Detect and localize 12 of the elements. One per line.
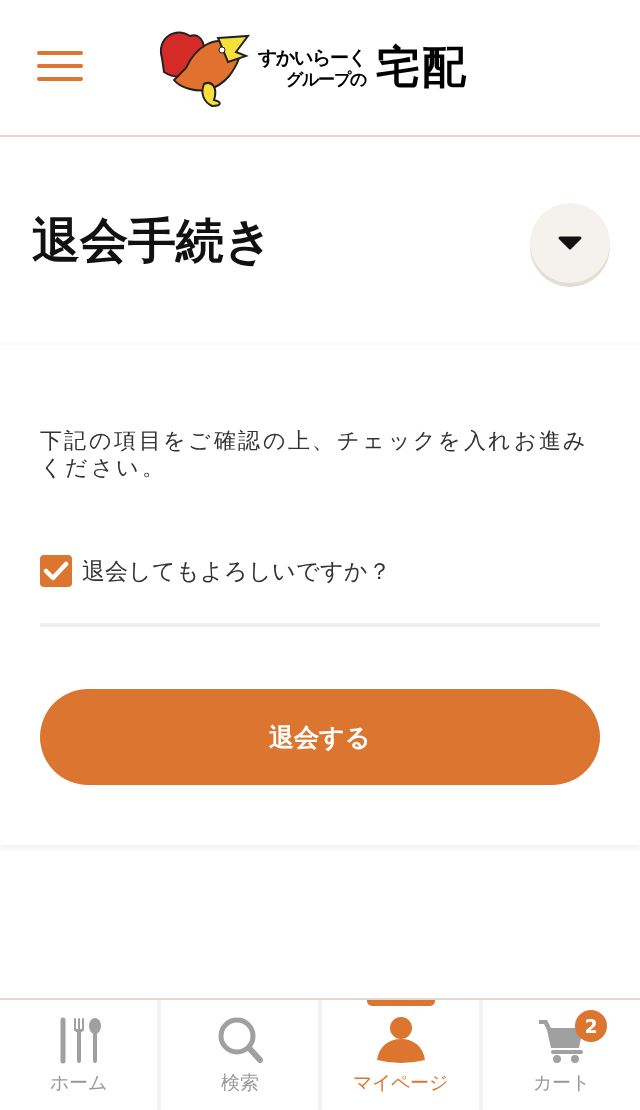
- page-title: 退会手続き: [32, 211, 273, 270]
- logo-text: 宅配: [376, 40, 468, 94]
- logo-text: グループの: [286, 70, 366, 88]
- active-indicator: [366, 1000, 435, 1006]
- checkbox-label[interactable]: 退会してもよろしいですか？: [82, 555, 391, 587]
- menu-button[interactable]: [36, 50, 84, 82]
- withdraw-button[interactable]: 退会する: [40, 689, 600, 785]
- search-icon: [215, 1016, 264, 1064]
- logo-text: すかいらーく: [258, 47, 366, 67]
- checkbox[interactable]: [40, 555, 72, 587]
- instruction-text: 下記の項目をご確認の上、チェックを入れお進みください。: [40, 427, 590, 481]
- menu-icon: [36, 50, 84, 82]
